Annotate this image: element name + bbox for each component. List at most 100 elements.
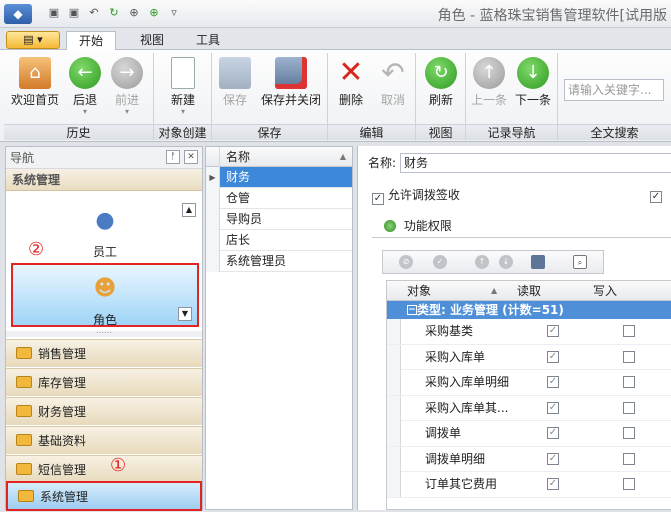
cancel-circle-icon[interactable]: ⊘: [399, 255, 413, 269]
list-item[interactable]: 系统管理员: [206, 251, 352, 272]
tab-function-permissions[interactable]: 功能权限: [372, 214, 671, 238]
tab-home[interactable]: 开始: [66, 31, 117, 51]
list-item[interactable]: 店长: [206, 230, 352, 251]
collapse-icon[interactable]: −: [407, 305, 417, 315]
column-header-name: 名称: [226, 150, 251, 164]
nav-category-basic-data[interactable]: 基础资料: [6, 426, 202, 454]
next-record-button[interactable]: ↓ 下一条: [512, 55, 554, 108]
up-circle-icon[interactable]: ↑: [475, 255, 489, 269]
list-item[interactable]: 仓管: [206, 188, 352, 209]
allow-transfer-row[interactable]: ✓ 允许调拨签收: [372, 186, 460, 205]
group-row[interactable]: − 类型: 业务管理 (计数=51): [387, 301, 671, 319]
column-header-object[interactable]: 对象: [407, 281, 431, 301]
up-arrow-icon: ↑: [473, 57, 505, 89]
close-icon[interactable]: ✕: [184, 150, 198, 164]
refresh-icon[interactable]: ↻: [106, 5, 122, 21]
allow-transfer-checkbox[interactable]: ✓: [372, 193, 384, 205]
role-icon: ☻: [93, 276, 117, 301]
allow-transfer-label: 允许调拨签收: [387, 188, 460, 202]
read-checkbox[interactable]: ✓: [547, 427, 559, 439]
pin-icon[interactable]: ᚡ: [166, 150, 180, 164]
nav-category-finance[interactable]: 财务管理: [6, 397, 202, 425]
customize-toolbar-icon[interactable]: ▿: [166, 5, 182, 21]
write-checkbox[interactable]: [623, 478, 635, 490]
undo-icon[interactable]: ↶: [86, 5, 102, 21]
title-bar: ◆ ▣ ▣ ↶ ↻ ⊕ ⊕ ▿ 角色 - 蓝格珠宝销售管理软件[试用版: [0, 0, 671, 28]
name-field[interactable]: 财务: [400, 153, 671, 173]
prev-record-button[interactable]: ↑ 上一条: [468, 55, 510, 108]
refresh-button[interactable]: ↻ 刷新: [422, 55, 460, 108]
row-indicator: [387, 421, 401, 446]
table-cell-object: 采购入库单其...: [425, 400, 509, 415]
splitter-handle[interactable]: ⋯⋯: [6, 329, 202, 337]
next-icon[interactable]: ⊕: [146, 5, 162, 21]
back-button[interactable]: ← 后退 ▾: [66, 55, 104, 116]
table-row[interactable]: 采购入库单明细 ✓: [387, 370, 671, 396]
new-button[interactable]: 新建 ▾: [160, 55, 206, 116]
category-label: 库存管理: [38, 376, 87, 390]
app-menu-button[interactable]: ▤ ▾: [6, 31, 60, 49]
category-label: 基础资料: [38, 434, 87, 448]
write-checkbox[interactable]: [623, 350, 635, 363]
read-checkbox[interactable]: ✓: [547, 478, 559, 490]
table-row[interactable]: 调拨单明细 ✓: [387, 446, 671, 472]
nav-category-inventory[interactable]: 库存管理: [6, 368, 202, 396]
table-row[interactable]: 采购基类 ✓: [387, 319, 671, 345]
save-close-button[interactable]: 保存并关闭: [258, 55, 324, 108]
group-label-save: 保存: [212, 124, 327, 140]
table-row[interactable]: 采购入库单 ✓: [387, 344, 671, 370]
write-checkbox[interactable]: [623, 427, 635, 439]
save-disk-icon[interactable]: [531, 255, 545, 269]
list-item-label: 仓管: [226, 191, 251, 205]
row-indicator: [387, 319, 401, 344]
search-input[interactable]: 请输入关键字...: [564, 79, 664, 101]
list-item[interactable]: 导购员: [206, 209, 352, 230]
save-button[interactable]: 保存: [216, 55, 254, 108]
read-checkbox[interactable]: ✓: [547, 401, 559, 414]
group-label-edit: 编辑: [328, 124, 415, 140]
save-icon[interactable]: ▣: [46, 5, 62, 21]
column-header-read[interactable]: 读取: [517, 281, 541, 301]
read-checkbox[interactable]: ✓: [547, 350, 559, 363]
read-checkbox[interactable]: ✓: [547, 452, 559, 465]
nav-category-system[interactable]: 系统管理: [6, 481, 202, 511]
nav-item-role[interactable]: ☻ 角色: [11, 263, 199, 327]
group-record-nav: ↑ 上一条 ↓ 下一条 记录导航: [466, 53, 558, 140]
list-item[interactable]: ▶ 财务: [206, 167, 352, 188]
prev-icon[interactable]: ⊕: [126, 5, 142, 21]
perm-tab-label: 功能权限: [403, 219, 452, 233]
table-row[interactable]: 采购入库单其... ✓: [387, 395, 671, 421]
app-logo-icon[interactable]: ◆: [4, 4, 32, 24]
table-cell-object: 调拨单: [425, 426, 462, 440]
write-checkbox[interactable]: [623, 325, 635, 337]
home-button[interactable]: ⌂ 欢迎首页: [8, 55, 62, 108]
sort-asc-icon: ▲: [339, 152, 346, 161]
checkbox[interactable]: ✓: [650, 191, 662, 203]
write-checkbox[interactable]: [623, 401, 635, 414]
read-checkbox[interactable]: ✓: [547, 376, 559, 388]
scroll-up-icon[interactable]: ▲: [182, 203, 196, 217]
list-header[interactable]: 名称 ▲: [206, 147, 352, 167]
table-row[interactable]: 调拨单 ✓: [387, 421, 671, 447]
read-checkbox[interactable]: ✓: [547, 325, 559, 337]
nav-category-sales[interactable]: 销售管理: [6, 339, 202, 367]
down-circle-icon[interactable]: ↓: [499, 255, 513, 269]
tab-tools[interactable]: 工具: [184, 31, 232, 51]
table-cell-object: 采购基类: [425, 324, 474, 338]
table-row[interactable]: 订单其它费用 ✓: [387, 472, 671, 498]
cancel-button[interactable]: ↶ 取消: [374, 55, 412, 108]
write-checkbox[interactable]: [623, 376, 635, 388]
forward-button[interactable]: → 前进 ▾: [108, 55, 146, 116]
check-circle-icon[interactable]: ✓: [433, 255, 447, 269]
write-checkbox[interactable]: [623, 452, 635, 465]
table-cell-object: 采购入库单: [425, 349, 486, 364]
save-close-icon[interactable]: ▣: [66, 5, 82, 21]
tab-view[interactable]: 视图: [128, 31, 176, 51]
scroll-down-icon[interactable]: ▼: [178, 307, 192, 321]
second-checkbox-row[interactable]: ✓: [650, 186, 662, 203]
nav-category-sms[interactable]: 短信管理: [6, 455, 202, 483]
magnifier-icon[interactable]: ⌕: [573, 255, 587, 269]
delete-button[interactable]: ✕ 删除: [332, 55, 370, 108]
nav-title: 导航: [10, 151, 35, 165]
column-header-write[interactable]: 写入: [593, 281, 617, 301]
